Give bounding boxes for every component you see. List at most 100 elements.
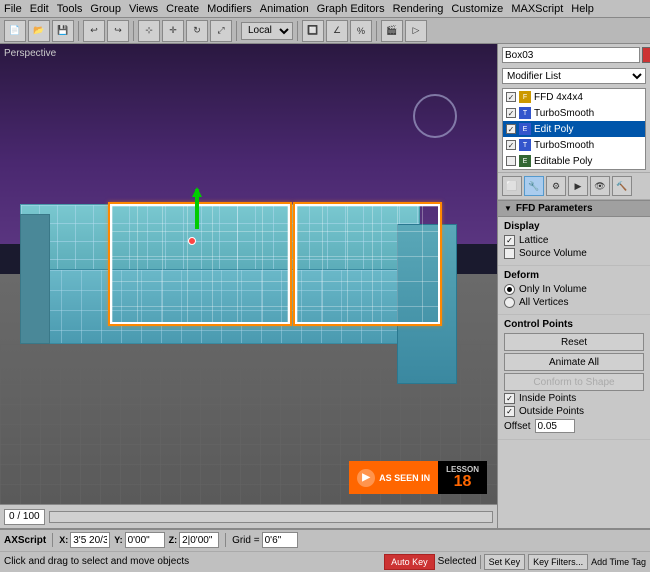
- modifier-list-row: Modifier List: [498, 66, 650, 86]
- all-vertices-radio[interactable]: [504, 297, 515, 308]
- tb-redo[interactable]: ↪: [107, 20, 129, 42]
- lattice-checkbox[interactable]: [504, 235, 515, 246]
- menu-create[interactable]: Create: [166, 3, 199, 15]
- stack-icon-ep: E: [519, 123, 531, 135]
- grid-input[interactable]: [262, 532, 298, 548]
- stack-label-ep: Edit Poly: [534, 124, 573, 135]
- only-in-volume-radio[interactable]: [504, 284, 515, 295]
- tb-scale[interactable]: ⤢: [210, 20, 232, 42]
- right-panel: Modifier List ✓ F FFD 4x4x4 ✓ T TurboSmo…: [497, 44, 650, 528]
- hint-text: Click and drag to select and move object…: [4, 556, 380, 567]
- all-vertices-row: All Vertices: [504, 297, 644, 308]
- panel-icon-modify[interactable]: 🔧: [524, 176, 544, 196]
- tb-sep5: [376, 21, 377, 41]
- tb-new[interactable]: 📄: [4, 20, 26, 42]
- x-coord-input[interactable]: [70, 532, 110, 548]
- stack-icon-ffd: F: [519, 91, 531, 103]
- viewport-area[interactable]: Perspective ▶ AS SEEN IN LESSON 18 0 / 1…: [0, 44, 497, 528]
- offset-input[interactable]: [535, 419, 575, 433]
- stack-check-ep2[interactable]: [506, 156, 516, 166]
- panel-icon-create[interactable]: ⬜: [502, 176, 522, 196]
- timeline-scrollbar[interactable]: [49, 511, 493, 523]
- panel-icon-utilities[interactable]: 🔨: [612, 176, 632, 196]
- conform-button[interactable]: Conform to Shape: [504, 373, 644, 391]
- auto-key-button[interactable]: Auto Key: [384, 554, 435, 570]
- menu-help[interactable]: Help: [571, 3, 594, 15]
- all-vertices-label: All Vertices: [519, 297, 568, 308]
- stack-check-ep[interactable]: ✓: [506, 124, 516, 134]
- menu-graph-editors[interactable]: Graph Editors: [317, 3, 385, 15]
- panel-icons-row: ⬜ 🔧 ⚙ ▶ 👁 🔨: [498, 172, 650, 200]
- animate-all-button[interactable]: Animate All: [504, 353, 644, 371]
- coords-bar: AXScript X: Y: Z: Grid =: [0, 530, 650, 551]
- stack-item-turbosmooth2[interactable]: ✓ T TurboSmooth: [503, 137, 645, 153]
- inside-points-label: Inside Points: [519, 393, 576, 404]
- reset-button[interactable]: Reset: [504, 333, 644, 351]
- menu-views[interactable]: Views: [129, 3, 158, 15]
- y-coord-field: Y:: [114, 532, 164, 548]
- coords-sep1: [225, 533, 226, 547]
- tb-snap[interactable]: 🔲: [302, 20, 324, 42]
- tb-sep1: [78, 21, 79, 41]
- outside-points-checkbox[interactable]: [504, 406, 515, 417]
- menu-group[interactable]: Group: [90, 3, 121, 15]
- status-right: Auto Key Selected Set Key Key Filters...…: [384, 554, 646, 570]
- panel-icon-hierarchy[interactable]: ⚙: [546, 176, 566, 196]
- menu-customize[interactable]: Customize: [451, 3, 503, 15]
- menu-animation[interactable]: Animation: [260, 3, 309, 15]
- menu-modifiers[interactable]: Modifiers: [207, 3, 252, 15]
- menu-file[interactable]: File: [4, 3, 22, 15]
- tb-save[interactable]: 💾: [52, 20, 74, 42]
- object-name-field[interactable]: [502, 47, 640, 63]
- stack-check-ts1[interactable]: ✓: [506, 108, 516, 118]
- tb-rotate[interactable]: ↻: [186, 20, 208, 42]
- tb-select[interactable]: ⊹: [138, 20, 160, 42]
- z-coord-input[interactable]: [179, 532, 219, 548]
- status-bar: Click and drag to select and move object…: [0, 551, 650, 572]
- tb-move[interactable]: ✛: [162, 20, 184, 42]
- tb-ref-coord[interactable]: Local World View: [241, 22, 293, 40]
- ffd-indicator: [413, 94, 457, 138]
- stack-item-ffd[interactable]: ✓ F FFD 4x4x4: [503, 89, 645, 105]
- lattice-row: Lattice: [504, 235, 644, 246]
- inside-points-checkbox[interactable]: [504, 393, 515, 404]
- tb-angle-snap[interactable]: ∠: [326, 20, 348, 42]
- stack-label-ts1: TurboSmooth: [534, 108, 594, 119]
- ffd-collapse-arrow: ▼: [504, 204, 512, 213]
- key-filters-button[interactable]: Key Filters...: [528, 554, 588, 570]
- viewport-status-bar: 0 / 100: [0, 504, 497, 528]
- selection-box-1: [108, 202, 292, 326]
- stack-item-editpoly[interactable]: ✓ E Edit Poly: [503, 121, 645, 137]
- menu-maxscript[interactable]: MAXScript: [511, 3, 563, 15]
- y-coord-input[interactable]: [125, 532, 165, 548]
- stack-label-ffd: FFD 4x4x4: [534, 92, 583, 103]
- lesson-number: 18: [454, 474, 472, 490]
- lesson-badge: LESSON 18: [438, 461, 487, 494]
- stack-icon-ts1: T: [519, 107, 531, 119]
- lattice-label: Lattice: [519, 235, 548, 246]
- menu-edit[interactable]: Edit: [30, 3, 49, 15]
- set-key-button[interactable]: Set Key: [484, 554, 526, 570]
- play-icon: ▶: [357, 469, 375, 487]
- panel-icon-display[interactable]: 👁: [590, 176, 610, 196]
- stack-item-turbosmooth1[interactable]: ✓ T TurboSmooth: [503, 105, 645, 121]
- tb-render-type[interactable]: ▷: [405, 20, 427, 42]
- modifier-list-dropdown[interactable]: Modifier List: [502, 68, 646, 84]
- panel-icon-motion[interactable]: ▶: [568, 176, 588, 196]
- tb-render[interactable]: 🎬: [381, 20, 403, 42]
- bottom-bar: AXScript X: Y: Z: Grid = Click and drag …: [0, 528, 650, 572]
- source-volume-checkbox[interactable]: [504, 248, 515, 259]
- viewport-3d[interactable]: Perspective ▶ AS SEEN IN LESSON 18: [0, 44, 497, 504]
- object-color-swatch[interactable]: [642, 47, 650, 63]
- ffd-params-header[interactable]: ▼ FFD Parameters: [498, 200, 650, 217]
- frame-counter: 0 / 100: [4, 509, 45, 525]
- tb-undo[interactable]: ↩: [83, 20, 105, 42]
- stack-item-editable-poly[interactable]: E Editable Poly: [503, 153, 645, 169]
- menu-tools[interactable]: Tools: [57, 3, 83, 15]
- menu-rendering[interactable]: Rendering: [393, 3, 444, 15]
- stack-check-ts2[interactable]: ✓: [506, 140, 516, 150]
- tb-open[interactable]: 📂: [28, 20, 50, 42]
- stack-check-ffd[interactable]: ✓: [506, 92, 516, 102]
- stack-label-ts2: TurboSmooth: [534, 140, 594, 151]
- tb-percent-snap[interactable]: %: [350, 20, 372, 42]
